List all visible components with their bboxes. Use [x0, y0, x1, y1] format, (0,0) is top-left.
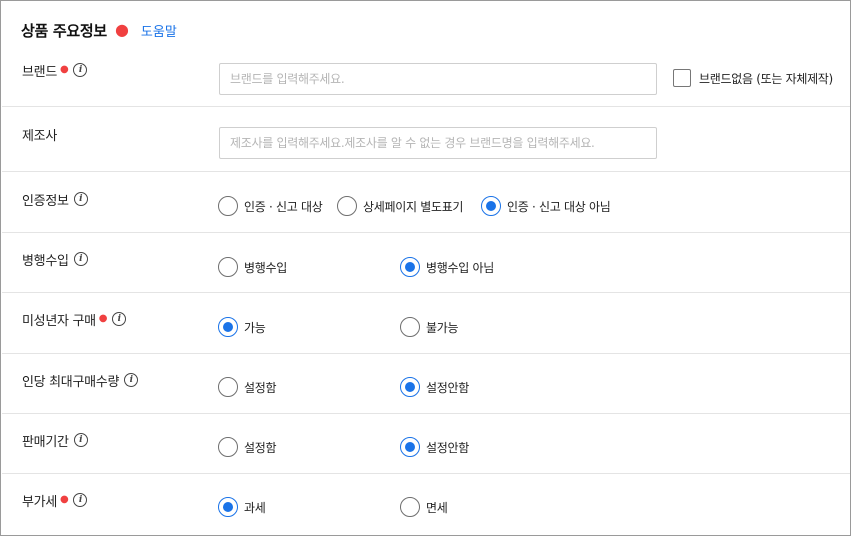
- product-info-panel: 상품 주요정보 ● 도움말 브랜드 ● i 브랜드없음 (또는 자체제작) 제조…: [0, 0, 851, 536]
- radio-button-selected[interactable]: [400, 437, 420, 457]
- radio-label: 설정함: [244, 440, 277, 455]
- no-brand-checkbox[interactable]: [673, 69, 691, 87]
- sale-period-row: 판매기간 i 설정함 설정안함: [2, 414, 850, 474]
- info-icon[interactable]: i: [73, 433, 88, 447]
- sale-period-option-not-set[interactable]: 설정안함: [400, 437, 469, 457]
- brand-input[interactable]: [219, 63, 657, 95]
- parallel-import-option-yes[interactable]: 병행수입: [218, 257, 287, 277]
- radio-label: 설정함: [244, 380, 277, 395]
- info-icon[interactable]: i: [124, 373, 139, 387]
- certification-label-group: 인증정보 i: [22, 191, 88, 209]
- no-brand-checkbox-group[interactable]: 브랜드없음 (또는 자체제작): [673, 69, 833, 87]
- radio-label: 인증 · 신고 대상: [244, 199, 323, 214]
- radio-label: 과세: [244, 500, 266, 515]
- radio-button[interactable]: [400, 497, 420, 517]
- required-dot: ●: [114, 20, 129, 39]
- info-icon[interactable]: i: [73, 63, 88, 77]
- certification-option-detail-page[interactable]: 상세페이지 별도표기: [337, 196, 463, 216]
- radio-label: 면세: [426, 500, 448, 515]
- section-title: 상품 주요정보: [21, 21, 107, 40]
- certification-row: 인증정보 i 인증 · 신고 대상 상세페이지 별도표기 인증 · 신고 대상 …: [2, 172, 850, 233]
- radio-label: 병행수입 아님: [426, 260, 494, 275]
- minor-purchase-row: 미성년자 구매 ● i 가능 불가능: [2, 293, 850, 354]
- required-dot: ●: [59, 64, 69, 75]
- sale-period-label: 판매기간: [22, 434, 69, 450]
- radio-label: 가능: [244, 320, 266, 335]
- certification-label: 인증정보: [22, 193, 69, 209]
- max-purchase-row: 인당 최대구매수량 i 설정함 설정안함: [2, 354, 850, 414]
- radio-button-selected[interactable]: [400, 257, 420, 277]
- minor-purchase-label-group: 미성년자 구매 ● i: [22, 311, 127, 329]
- required-dot: ●: [98, 313, 108, 324]
- radio-label: 설정안함: [426, 380, 469, 395]
- max-purchase-option-set[interactable]: 설정함: [218, 377, 277, 397]
- info-icon[interactable]: i: [73, 493, 88, 507]
- parallel-import-option-no[interactable]: 병행수입 아님: [400, 257, 494, 277]
- brand-label: 브랜드: [22, 64, 57, 80]
- radio-button[interactable]: [218, 196, 238, 216]
- radio-button-selected[interactable]: [400, 377, 420, 397]
- minor-purchase-option-not-allowed[interactable]: 불가능: [400, 317, 459, 337]
- help-link[interactable]: 도움말: [141, 21, 177, 40]
- radio-label: 상세페이지 별도표기: [363, 199, 464, 214]
- info-icon[interactable]: i: [73, 252, 88, 266]
- manufacturer-input[interactable]: [219, 127, 657, 159]
- required-dot: ●: [59, 494, 69, 505]
- radio-button-selected[interactable]: [218, 497, 238, 517]
- vat-label-group: 부가세 ● i: [22, 492, 88, 510]
- no-brand-checkbox-label: 브랜드없음 (또는 자체제작): [699, 71, 833, 86]
- radio-label: 인증 · 신고 대상 아님: [507, 199, 611, 214]
- radio-label: 불가능: [426, 320, 459, 335]
- minor-purchase-option-allowed[interactable]: 가능: [218, 317, 266, 337]
- radio-button[interactable]: [218, 377, 238, 397]
- radio-label: 병행수입: [244, 260, 287, 275]
- parallel-import-label-group: 병행수입 i: [22, 251, 88, 269]
- parallel-import-label: 병행수입: [22, 253, 69, 269]
- max-purchase-label-group: 인당 최대구매수량 i: [22, 372, 139, 390]
- brand-row: 브랜드 ● i 브랜드없음 (또는 자체제작): [2, 49, 850, 107]
- vat-option-exempt[interactable]: 면세: [400, 497, 448, 517]
- radio-button[interactable]: [337, 196, 357, 216]
- radio-button[interactable]: [218, 437, 238, 457]
- vat-row: 부가세 ● i 과세 면세: [2, 474, 850, 535]
- brand-label-group: 브랜드 ● i: [22, 62, 88, 80]
- manufacturer-label: 제조사: [22, 128, 57, 144]
- radio-button[interactable]: [400, 317, 420, 337]
- radio-button[interactable]: [218, 257, 238, 277]
- max-purchase-option-not-set[interactable]: 설정안함: [400, 377, 469, 397]
- info-icon[interactable]: i: [112, 312, 127, 326]
- manufacturer-row: 제조사: [2, 107, 850, 172]
- certification-option-target[interactable]: 인증 · 신고 대상: [218, 196, 323, 216]
- minor-purchase-label: 미성년자 구매: [22, 313, 96, 329]
- sale-period-label-group: 판매기간 i: [22, 432, 88, 450]
- vat-label: 부가세: [22, 494, 57, 510]
- info-icon[interactable]: i: [73, 192, 88, 206]
- section-header: 상품 주요정보 ● 도움말: [21, 19, 177, 41]
- sale-period-option-set[interactable]: 설정함: [218, 437, 277, 457]
- parallel-import-row: 병행수입 i 병행수입 병행수입 아님: [2, 233, 850, 293]
- max-purchase-label: 인당 최대구매수량: [22, 374, 120, 390]
- manufacturer-label-group: 제조사: [22, 126, 57, 144]
- radio-label: 설정안함: [426, 440, 469, 455]
- radio-button-selected[interactable]: [481, 196, 501, 216]
- radio-button-selected[interactable]: [218, 317, 238, 337]
- certification-option-not-target[interactable]: 인증 · 신고 대상 아님: [481, 196, 611, 216]
- vat-option-taxable[interactable]: 과세: [218, 497, 266, 517]
